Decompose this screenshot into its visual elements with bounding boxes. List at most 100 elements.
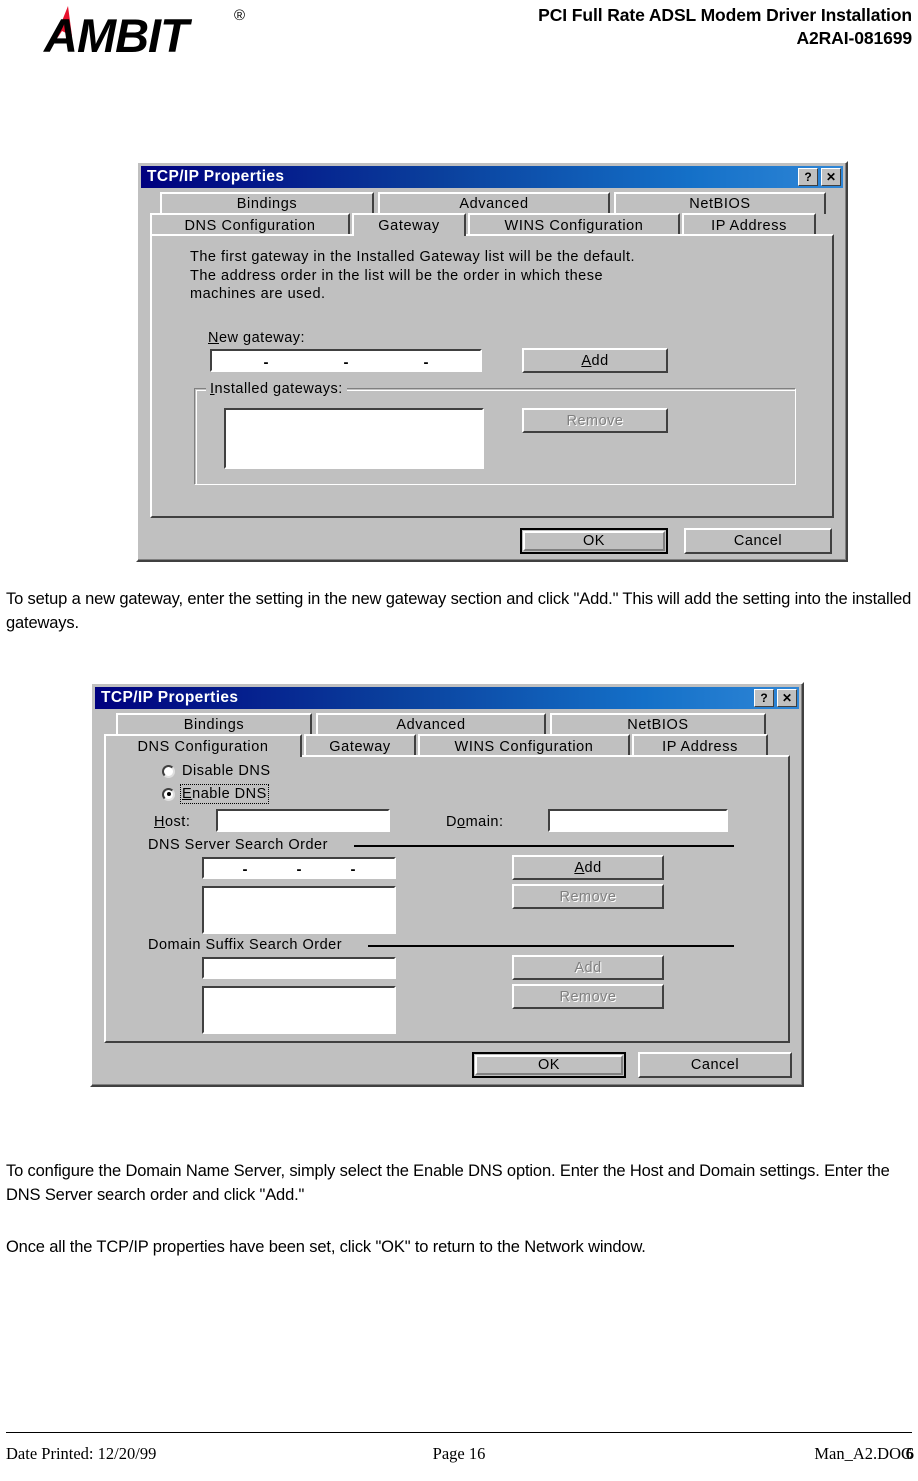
domain-suffix-search-order-title: Domain Suffix Search Order — [144, 937, 347, 953]
header-title-line1: PCI Full Rate ADSL Modem Driver Installa… — [538, 5, 912, 25]
tab-ip-address[interactable]: IP Address — [682, 213, 816, 236]
tab-wins-configuration-label: WINS Configuration — [454, 738, 594, 755]
add-gateway-label: Add — [581, 352, 609, 369]
tcpip-properties-dns-dialog[interactable]: TCP/IP Properties ? ✕ Bindings Advanced … — [90, 682, 804, 1087]
tab-netbios[interactable]: NetBIOS — [614, 192, 826, 214]
tab-netbios-label: NetBIOS — [689, 196, 751, 212]
header-title-block: PCI Full Rate ADSL Modem Driver Installa… — [538, 4, 912, 50]
tab-gateway-label: Gateway — [329, 738, 391, 755]
gateway-ok-label: OK — [583, 533, 605, 549]
dns-tab-row-lower: DNS Configuration Gateway WINS Configura… — [104, 734, 768, 757]
paragraph-dns: To configure the Domain Name Server, sim… — [6, 1162, 890, 1204]
installed-gateways-title: Installed gateways: — [206, 381, 347, 397]
ambit-logo-svg: AMBIT ® — [43, 6, 245, 62]
tcpip-properties-gateway-dialog[interactable]: TCP/IP Properties ? ✕ Bindings Advanced … — [136, 161, 848, 562]
gateway-tab-panel: The first gateway in the Installed Gatew… — [150, 234, 834, 518]
close-icon[interactable]: ✕ — [821, 168, 841, 186]
dns-add-button[interactable]: Add — [512, 855, 664, 880]
tab-wins-configuration-label: WINS Configuration — [504, 217, 644, 234]
add-gateway-button[interactable]: Add — [522, 348, 668, 373]
dns-tab-row-upper: Bindings Advanced NetBIOS — [116, 713, 766, 735]
host-input[interactable] — [216, 809, 390, 832]
tab-row-upper: Bindings Advanced NetBIOS — [160, 192, 826, 214]
gateway-help-text: The first gateway in the Installed Gatew… — [190, 249, 636, 302]
page-footer: Date Printed: 12/20/99 Page 16 Man_A2.DO… — [6, 1444, 914, 1464]
dns-titlebar-buttons: ? ✕ — [754, 689, 797, 707]
dns-cancel-label: Cancel — [690, 1057, 740, 1073]
page-header: AMBIT ® PCI Full Rate ADSL Modem Driver … — [0, 0, 918, 86]
gateway-ok-button[interactable]: OK — [520, 528, 668, 554]
titlebar-buttons: ? ✕ — [798, 168, 841, 186]
dns-server-search-order-rule — [354, 845, 734, 847]
domain-suffix-list[interactable] — [202, 986, 396, 1034]
host-label: Host: — [154, 814, 191, 830]
suffix-add-button: Add — [512, 955, 664, 980]
tab-ip-address[interactable]: IP Address — [632, 734, 768, 757]
ip-separator-2: - — [343, 353, 349, 371]
enable-dns-radio-row[interactable]: Enable DNS — [162, 784, 269, 804]
dns-server-list[interactable] — [202, 886, 396, 934]
dns-server-search-order-title: DNS Server Search Order — [144, 837, 332, 853]
enable-dns-radio[interactable] — [162, 787, 175, 801]
logo-registered-mark: ® — [234, 7, 245, 24]
enable-dns-label-rest: nable DNS — [192, 786, 267, 802]
new-gateway-label-rest: ew gateway: — [218, 330, 306, 346]
dialog-titlebar[interactable]: TCP/IP Properties ? ✕ — [141, 166, 843, 188]
disable-dns-radio-row[interactable]: Disable DNS — [162, 763, 271, 779]
tab-dns-configuration-label: DNS Configuration — [184, 217, 316, 234]
gateway-cancel-button[interactable]: Cancel — [684, 528, 832, 554]
remove-gateway-button: Remove — [522, 408, 668, 433]
tab-wins-configuration[interactable]: WINS Configuration — [418, 734, 630, 757]
tab-bindings[interactable]: Bindings — [160, 192, 374, 214]
host-label-rest: ost: — [164, 814, 191, 830]
tab-wins-configuration[interactable]: WINS Configuration — [468, 213, 680, 236]
help-icon[interactable]: ? — [754, 689, 774, 707]
dns-server-ip-octets: - - - — [204, 859, 394, 877]
dns-ok-label: OK — [538, 1057, 560, 1073]
dns-ok-button[interactable]: OK — [472, 1052, 626, 1078]
ip-separator-1: - — [242, 861, 248, 878]
domain-suffix-search-order-rule — [368, 945, 734, 947]
dns-dialog-title: TCP/IP Properties — [101, 689, 239, 706]
close-icon[interactable]: ✕ — [777, 689, 797, 707]
paragraph-gateway: To setup a new gateway, enter the settin… — [6, 590, 912, 632]
tab-gateway-label: Gateway — [378, 217, 440, 234]
tab-gateway[interactable]: Gateway — [352, 213, 466, 236]
dns-dialog-titlebar[interactable]: TCP/IP Properties ? ✕ — [95, 687, 799, 709]
ip-separator-1: - — [263, 353, 269, 371]
suffix-remove-label: Remove — [559, 988, 617, 1005]
dns-cancel-button[interactable]: Cancel — [638, 1052, 792, 1078]
logo-wordmark: AMBIT — [43, 9, 193, 62]
gateway-ok-inner: OK — [523, 531, 665, 551]
tab-dns-configuration[interactable]: DNS Configuration — [150, 213, 350, 236]
tab-advanced[interactable]: Advanced — [378, 192, 610, 214]
ambit-logo: AMBIT ® — [38, 4, 268, 62]
tab-gateway[interactable]: Gateway — [304, 734, 416, 757]
dns-add-label: Add — [574, 859, 602, 876]
tab-netbios[interactable]: NetBIOS — [550, 713, 766, 735]
tab-bindings-label: Bindings — [183, 717, 245, 733]
new-gateway-input[interactable]: - - - — [210, 349, 482, 372]
domain-input[interactable] — [548, 809, 728, 832]
installed-gateways-list[interactable] — [224, 408, 484, 469]
dns-ok-inner: OK — [475, 1055, 623, 1075]
dns-remove-button: Remove — [512, 884, 664, 909]
new-gateway-ip-octets: - - - — [212, 351, 480, 370]
tab-advanced[interactable]: Advanced — [316, 713, 546, 735]
dns-remove-label: Remove — [559, 888, 617, 905]
domain-suffix-input[interactable] — [202, 957, 396, 979]
help-icon[interactable]: ? — [798, 168, 818, 186]
dns-server-ip-input[interactable]: - - - — [202, 857, 396, 879]
tab-bindings[interactable]: Bindings — [116, 713, 312, 735]
disable-dns-label: Disable DNS — [182, 763, 271, 779]
tab-ip-address-label: IP Address — [662, 738, 738, 755]
disable-dns-radio[interactable] — [162, 764, 175, 778]
ip-separator-2: - — [296, 861, 302, 878]
domain-label-rest: main: — [465, 814, 504, 830]
tab-advanced-label: Advanced — [459, 196, 529, 212]
gateway-cancel-label: Cancel — [733, 533, 783, 549]
new-gateway-label: New gateway: — [208, 330, 306, 346]
tab-dns-configuration[interactable]: DNS Configuration — [104, 734, 302, 757]
footer-doc-label: Man_A2.DOC — [814, 1444, 912, 1463]
tab-ip-address-label: IP Address — [711, 217, 787, 234]
